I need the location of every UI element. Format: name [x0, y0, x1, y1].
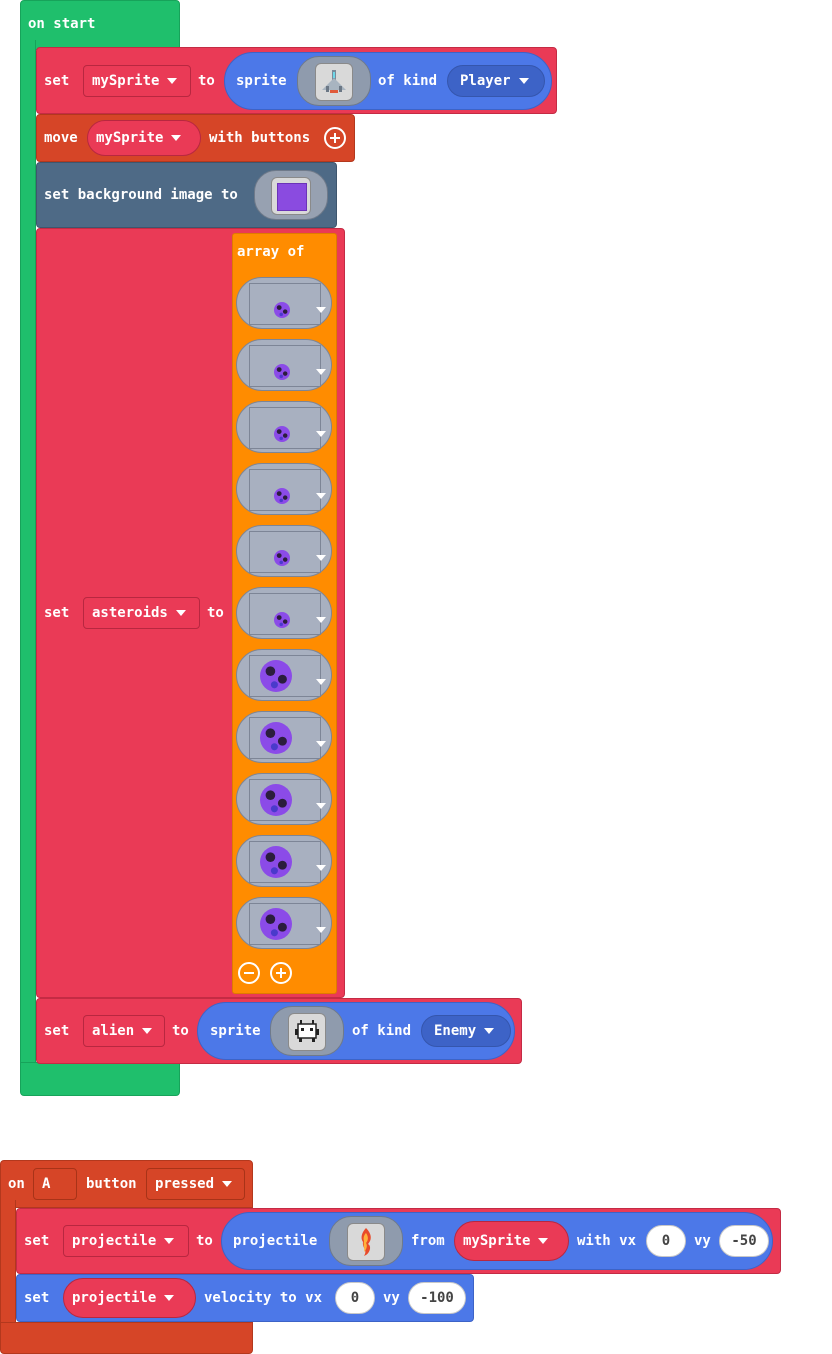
on-button-spine: [0, 1200, 16, 1330]
vx-input[interactable]: 0: [646, 1225, 686, 1257]
asteroid-image-dropdown[interactable]: [236, 525, 332, 577]
move-keyword: move: [44, 130, 78, 146]
background-image-field[interactable]: [254, 170, 328, 220]
chevron-down-icon: [316, 307, 326, 313]
asteroid-image-dropdown[interactable]: [236, 463, 332, 515]
asteroid-large-icon: [249, 779, 326, 821]
of-kind-keyword: of kind: [378, 73, 438, 89]
to-keyword: to: [207, 605, 224, 621]
alien-invader-icon: [288, 1013, 326, 1051]
asteroid-small-icon: [249, 345, 326, 387]
chevron-down-icon: [538, 1238, 549, 1244]
player-image-field[interactable]: [297, 56, 371, 106]
asteroid-small-icon: [249, 283, 326, 325]
asteroid-image-dropdown[interactable]: [236, 835, 332, 887]
variable-dropdown-asteroids[interactable]: asteroids: [83, 597, 200, 629]
chevron-down-icon: [316, 369, 326, 375]
on-button-footer: [0, 1322, 253, 1354]
chevron-down-icon: [316, 865, 326, 871]
chevron-down-icon: [484, 1028, 495, 1034]
set-background-label: set background image to: [44, 187, 238, 203]
chevron-down-icon: [171, 135, 182, 141]
chevron-down-icon: [316, 679, 326, 685]
chevron-down-icon: [316, 493, 326, 499]
projectile-keyword: projectile: [233, 1233, 318, 1249]
chevron-down-icon: [316, 431, 326, 437]
asteroid-small-icon: [249, 469, 326, 511]
chevron-down-icon: [164, 1295, 175, 1301]
on-keyword: on: [8, 1176, 25, 1192]
chevron-down-icon: [316, 927, 326, 933]
asteroid-small-icon: [249, 531, 326, 573]
asteroid-small-icon: [249, 593, 326, 635]
sprite-keyword: sprite: [236, 73, 287, 89]
asteroid-large-icon: [249, 841, 326, 883]
sprite-keyword: sprite: [210, 1023, 261, 1039]
set-keyword: set: [44, 1023, 70, 1039]
kind-dropdown-enemy[interactable]: Enemy: [421, 1015, 511, 1047]
asteroid-image-dropdown[interactable]: [236, 587, 332, 639]
expand-plus-icon[interactable]: [324, 127, 346, 149]
array-of-label: array of: [237, 244, 305, 260]
set-keyword: set: [44, 605, 70, 621]
set-keyword: set: [44, 73, 70, 89]
chevron-down-icon: [142, 1028, 153, 1034]
asteroid-image-dropdown[interactable]: [236, 277, 332, 329]
button-dropdown[interactable]: A: [33, 1168, 77, 1217]
to-keyword: to: [172, 1023, 189, 1039]
asteroid-large-icon: [249, 903, 326, 945]
set-keyword: set: [24, 1290, 50, 1306]
vy-keyword: vy: [694, 1233, 711, 1249]
fireball-icon: [347, 1223, 385, 1261]
add-plus-icon[interactable]: [270, 962, 292, 984]
variable-dropdown-projectile-velocity[interactable]: projectile: [63, 1278, 196, 1318]
chevron-down-icon: [316, 617, 326, 623]
chevron-down-icon: [222, 1181, 233, 1187]
asteroid-image-dropdown[interactable]: [236, 897, 332, 949]
velocity-vx-input[interactable]: 0: [335, 1282, 375, 1314]
variable-dropdown-alien[interactable]: alien: [83, 1015, 165, 1047]
chevron-down-icon: [167, 78, 178, 84]
asteroid-image-dropdown[interactable]: [236, 339, 332, 391]
on-start-spine: [20, 40, 36, 1070]
asteroid-small-icon: [249, 407, 326, 449]
chevron-down-icon: [316, 555, 326, 561]
velocity-to-vx-keyword: velocity to vx: [204, 1290, 323, 1306]
from-keyword: from: [411, 1233, 445, 1249]
set-keyword: set: [24, 1233, 50, 1249]
chevron-down-icon: [316, 741, 326, 747]
projectile-image-field[interactable]: [329, 1216, 403, 1266]
asteroid-image-dropdown[interactable]: [236, 773, 332, 825]
asteroid-image-dropdown[interactable]: [236, 649, 332, 701]
vy-input[interactable]: -50: [719, 1225, 769, 1257]
asteroid-image-dropdown[interactable]: [236, 711, 332, 763]
with-buttons-keyword: with buttons: [209, 130, 311, 146]
asteroid-large-icon: [249, 717, 326, 759]
of-kind-keyword: of kind: [352, 1023, 412, 1039]
to-keyword: to: [196, 1233, 213, 1249]
source-dropdown-mysprite[interactable]: mySprite: [454, 1221, 569, 1261]
kind-dropdown-player[interactable]: Player: [447, 65, 545, 97]
asteroid-image-dropdown[interactable]: [236, 401, 332, 453]
vy-keyword: vy: [383, 1290, 400, 1306]
asteroid-large-icon: [249, 655, 326, 697]
with-vx-keyword: with vx: [577, 1233, 637, 1249]
button-keyword: button: [86, 1176, 137, 1192]
to-keyword: to: [198, 73, 215, 89]
chevron-down-icon: [518, 78, 529, 84]
on-start-label: on start: [28, 16, 96, 32]
variable-dropdown-mysprite-move[interactable]: mySprite: [87, 120, 201, 156]
event-dropdown[interactable]: pressed: [146, 1168, 245, 1200]
velocity-vy-input[interactable]: -100: [408, 1282, 466, 1314]
chevron-down-icon: [164, 1238, 175, 1244]
remove-minus-icon[interactable]: [238, 962, 260, 984]
variable-dropdown-projectile[interactable]: projectile: [63, 1225, 189, 1257]
variable-dropdown-mysprite[interactable]: mySprite: [83, 65, 191, 97]
chevron-down-icon: [316, 803, 326, 809]
enemy-image-field[interactable]: [270, 1006, 344, 1056]
on-start-footer: [20, 1062, 180, 1096]
image-thumbnail-icon: [271, 177, 311, 215]
spaceship-icon: [315, 63, 353, 101]
chevron-down-icon: [175, 610, 186, 616]
